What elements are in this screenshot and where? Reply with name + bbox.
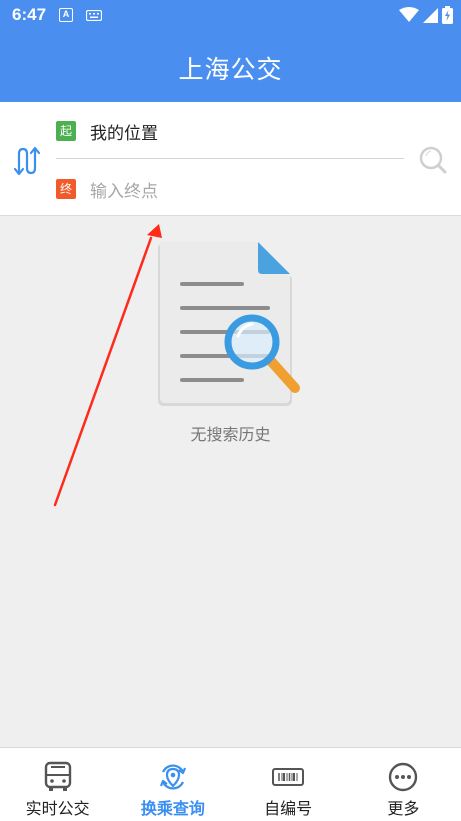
nav-item-self-number[interactable]: 自编号 <box>231 748 346 821</box>
transfer-icon <box>159 764 186 790</box>
destination-field[interactable]: 终 输入终点 <box>56 176 158 202</box>
nav-item-realtime-bus[interactable]: 实时公交 <box>0 748 115 821</box>
end-tag: 终 <box>56 179 76 199</box>
status-bar: 6:47 A <box>0 0 461 32</box>
page-title: 上海公交 <box>178 55 283 84</box>
nav-item-transfer-query[interactable]: 换乘查询 <box>115 748 230 821</box>
nav-label: 换乘查询 <box>140 799 205 818</box>
empty-state-text: 无搜索历史 <box>190 425 271 444</box>
origin-field[interactable]: 起 我的位置 <box>56 118 158 144</box>
bottom-nav: 实时公交 换乘查询 自编号 更多 <box>0 747 461 821</box>
status-icons <box>399 6 453 24</box>
signal-icon <box>423 7 438 23</box>
destination-input[interactable]: 输入终点 <box>90 177 158 202</box>
battery-icon <box>442 6 453 24</box>
field-divider <box>56 158 404 159</box>
keyboard-icon <box>86 10 102 21</box>
swap-route-icon[interactable] <box>12 145 42 177</box>
barcode-icon <box>272 768 305 786</box>
document-search-icon <box>158 242 300 406</box>
more-icon <box>389 762 418 792</box>
nav-item-more[interactable]: 更多 <box>346 748 461 821</box>
nav-label: 更多 <box>387 799 420 818</box>
start-tag: 起 <box>56 121 76 141</box>
bus-icon <box>44 761 71 791</box>
search-icon[interactable] <box>418 145 448 175</box>
title-bar: 上海公交 <box>0 32 461 102</box>
nav-label: 实时公交 <box>25 799 90 818</box>
nav-label: 自编号 <box>264 799 313 818</box>
notification-a-icon: A <box>59 8 73 22</box>
origin-text: 我的位置 <box>90 123 158 144</box>
wifi-icon <box>399 7 419 22</box>
status-time: 6:47 <box>12 5 47 24</box>
